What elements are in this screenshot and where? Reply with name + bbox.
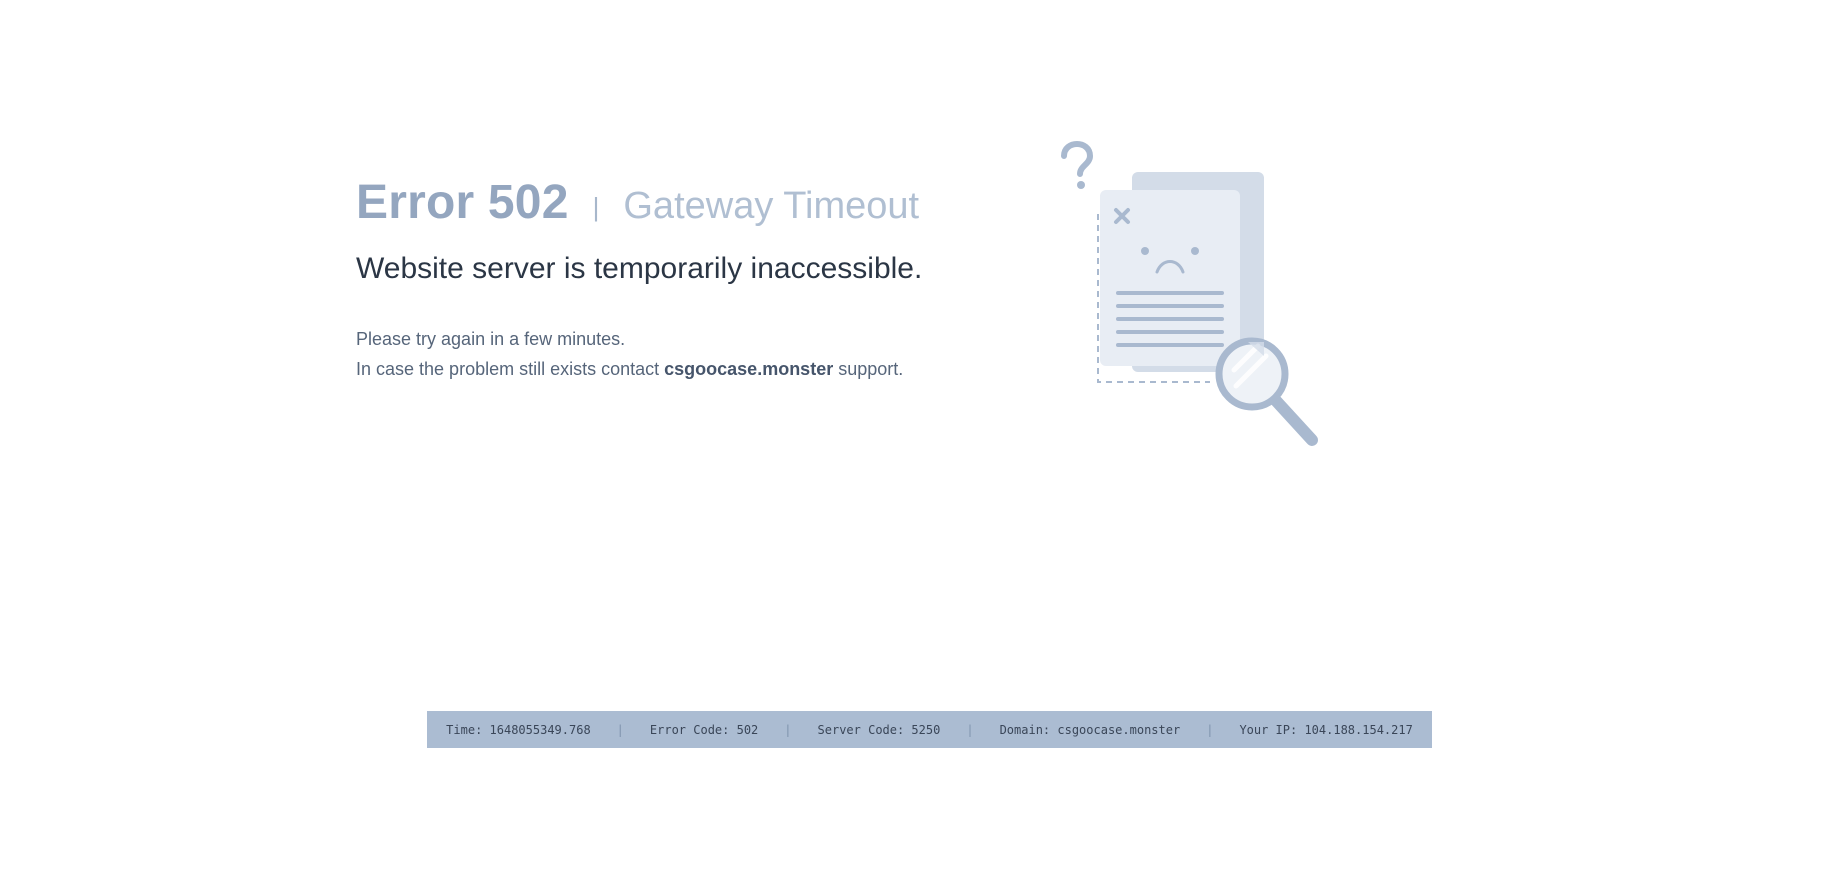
footer-domain: Domain: csgoocase.monster: [999, 722, 1181, 737]
support-domain: csgoocase.monster: [664, 359, 834, 379]
message-line-2-prefix: In case the problem still exists contact: [356, 359, 665, 379]
footer-ip: Your IP: 104.188.154.217: [1239, 722, 1413, 737]
message-line-2-suffix: support.: [833, 359, 904, 379]
title-separator: |: [592, 192, 600, 222]
footer-server-code: Server Code: 5250: [817, 722, 941, 737]
error-title-row: Error 502 | Gateway Timeout: [356, 175, 996, 230]
footer-info-bar: Time: 1648055349.768 | Error Code: 502 |…: [427, 711, 1432, 748]
error-illustration: [1061, 141, 1318, 446]
footer-time: Time: 1648055349.768: [446, 722, 591, 737]
footer-error-code: Error Code: 502: [649, 722, 759, 737]
error-headline: Website server is temporarily inaccessib…: [356, 252, 923, 285]
document-icon: [1100, 190, 1240, 366]
magnifier-icon: [1215, 337, 1318, 446]
question-mark-icon: [1061, 141, 1094, 189]
footer-separator: |: [784, 722, 792, 737]
error-code-heading: Error 502: [356, 176, 569, 229]
error-name-heading: Gateway Timeout: [623, 185, 920, 227]
footer-separator: |: [966, 722, 974, 737]
error-message: Please try again in a few minutes. In ca…: [356, 324, 996, 384]
message-line-1: Please try again in a few minutes.: [356, 329, 626, 349]
error-content: Error 502 | Gateway Timeout Website serv…: [356, 175, 996, 384]
message-line-2: In case the problem still exists contact…: [356, 354, 996, 384]
footer-separator: |: [1206, 722, 1214, 737]
footer-separator: |: [616, 722, 624, 737]
